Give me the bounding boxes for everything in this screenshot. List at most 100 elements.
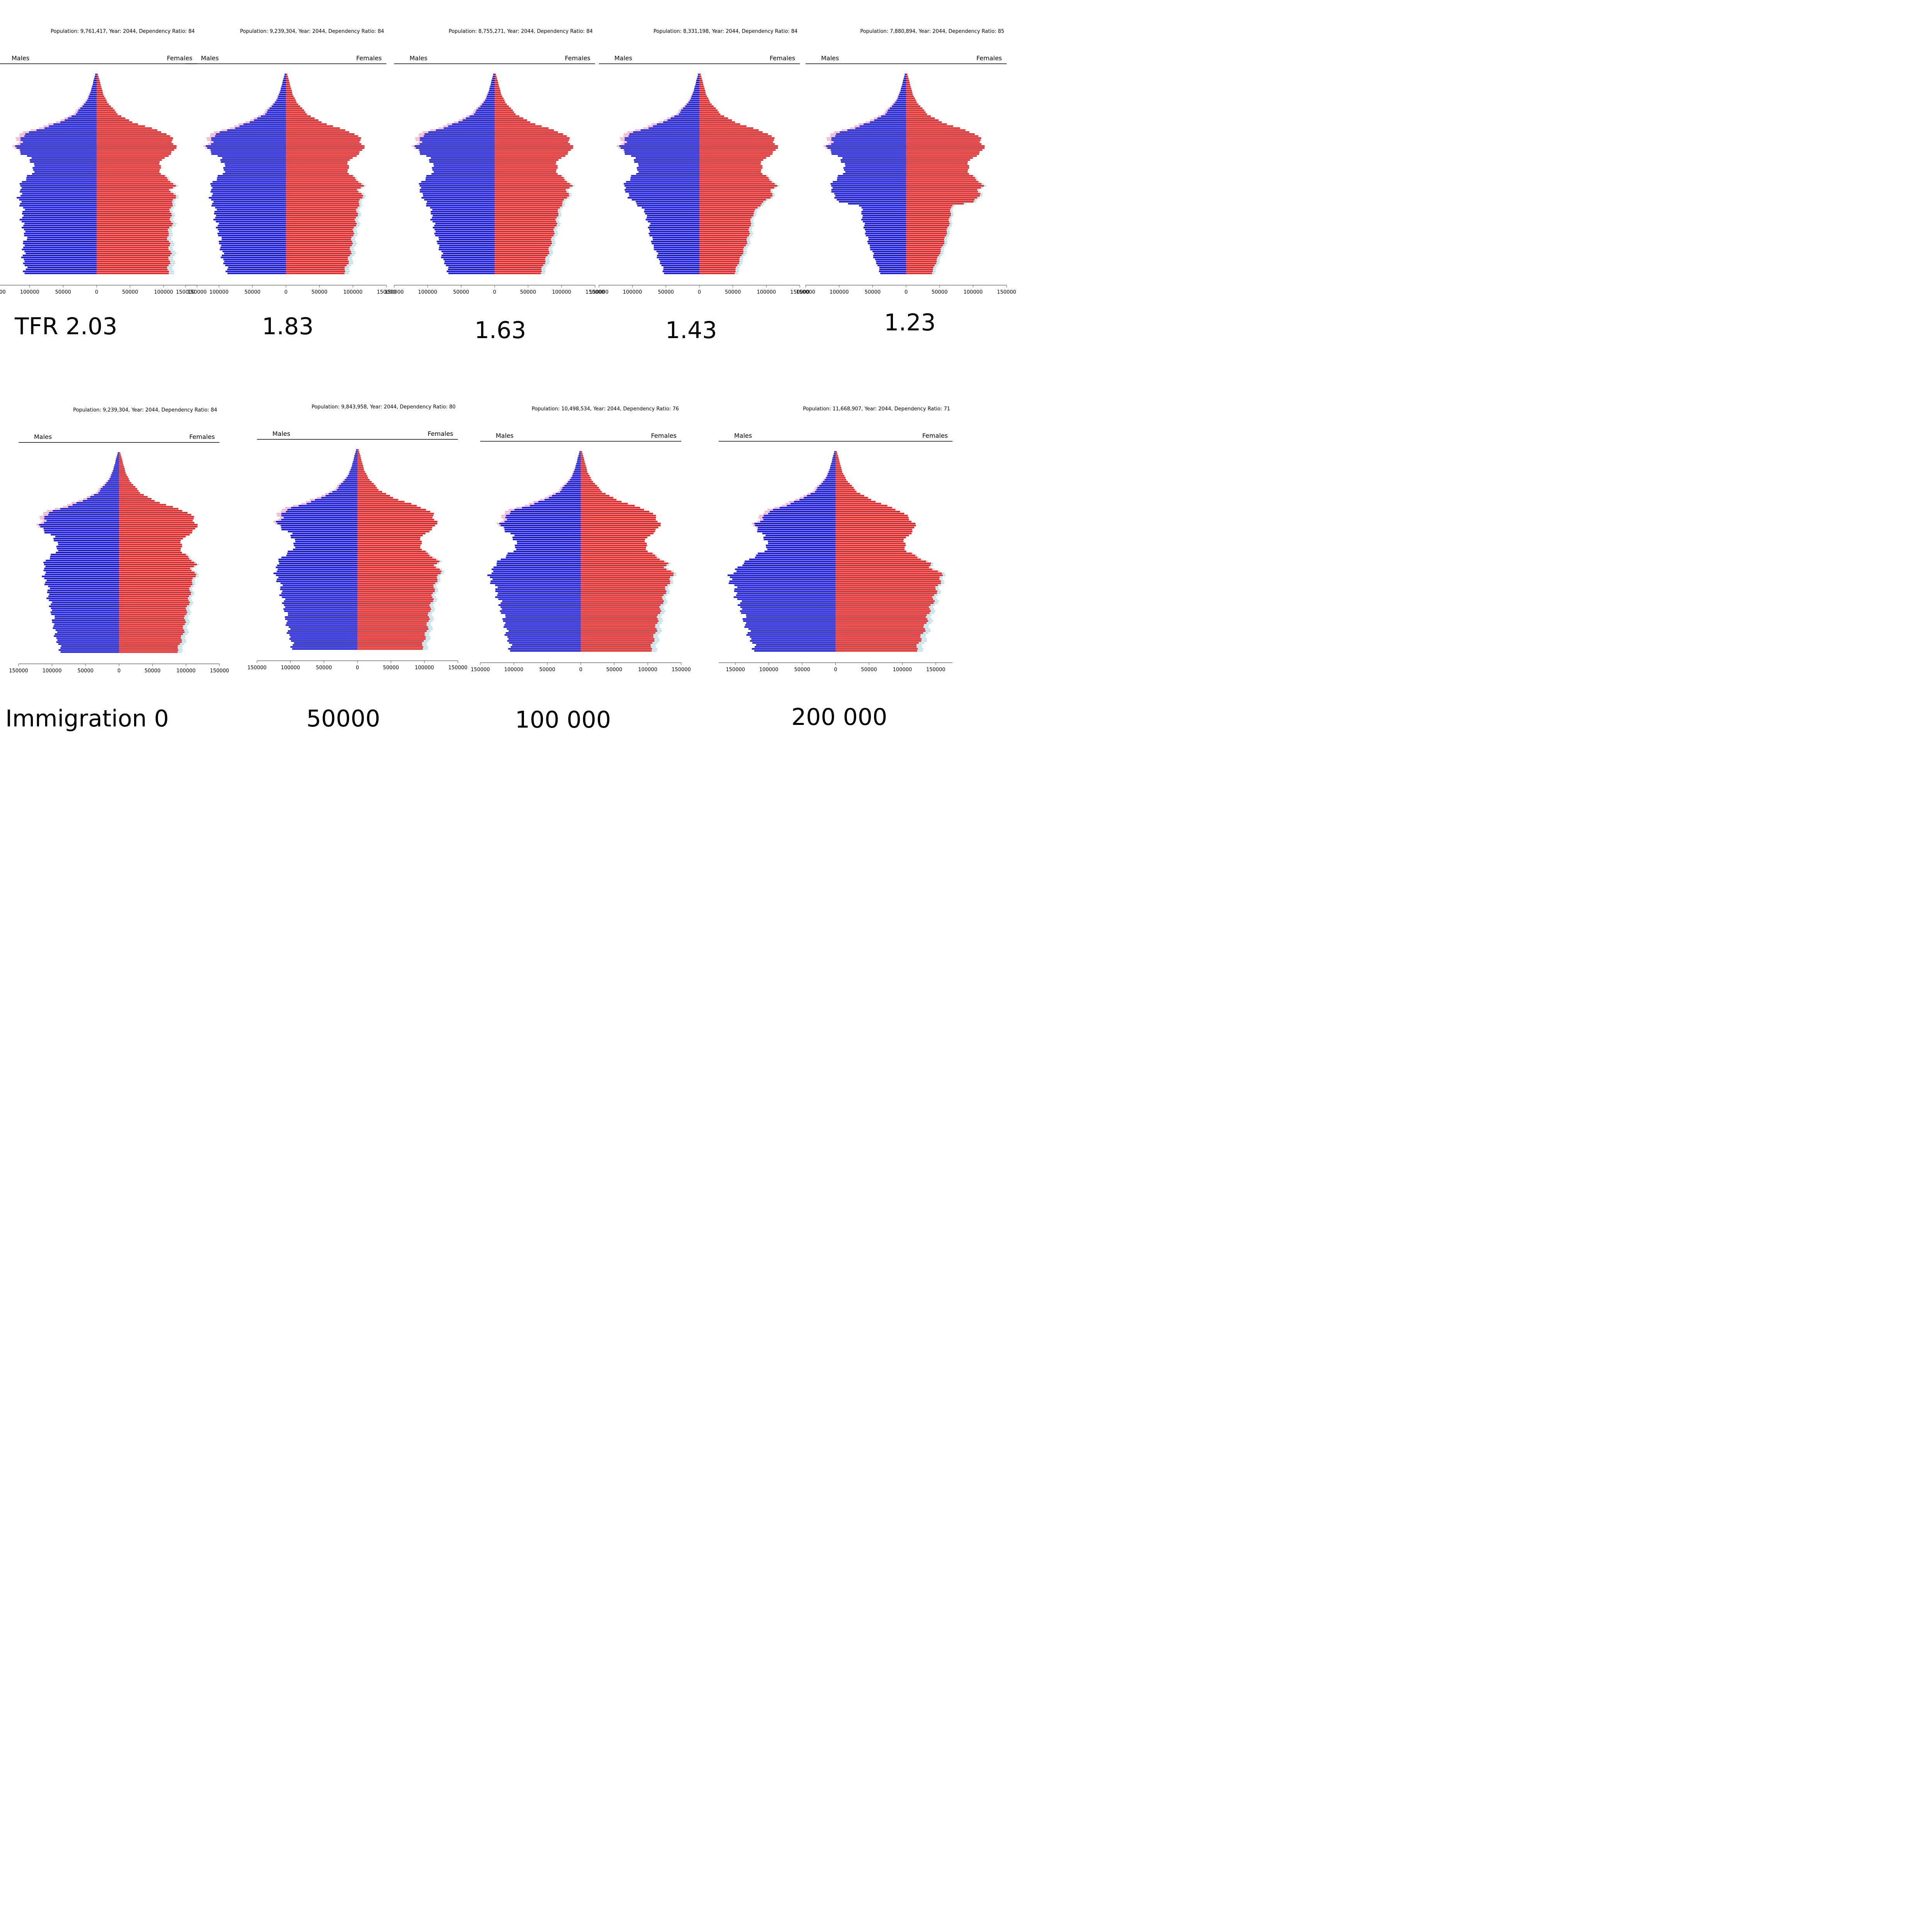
- female-bar: [699, 89, 705, 91]
- female-bar: [581, 515, 656, 517]
- male-bar: [743, 620, 836, 622]
- female-excess-bar: [772, 193, 775, 195]
- female-bar: [357, 618, 430, 620]
- male-bar: [115, 462, 119, 464]
- female-excess-bar: [740, 257, 743, 259]
- males-label: Males: [614, 54, 632, 62]
- male-bar: [578, 455, 581, 457]
- males-label: Males: [12, 54, 29, 62]
- female-excess-bar: [557, 223, 561, 224]
- x-tick-label: 150000: [471, 667, 490, 673]
- x-tick-label: 150000: [448, 665, 468, 671]
- female-bar: [581, 475, 590, 477]
- male-bar: [275, 101, 286, 103]
- female-bar: [357, 566, 436, 568]
- female-bar: [286, 165, 349, 167]
- male-bar: [492, 578, 581, 580]
- female-bar: [357, 485, 376, 487]
- male-excess-bar: [690, 97, 691, 99]
- female-excess-bar: [926, 560, 929, 562]
- female-bar: [699, 221, 751, 223]
- female-bar: [906, 235, 946, 236]
- female-excess-bar: [440, 572, 444, 574]
- female-bar: [906, 195, 980, 197]
- female-bar: [699, 262, 739, 264]
- female-bar: [835, 517, 909, 519]
- female-excess-bar: [937, 257, 940, 259]
- male-bar: [267, 111, 286, 113]
- male-bar: [47, 591, 119, 593]
- male-bar: [500, 558, 581, 560]
- male-bar: [648, 127, 699, 129]
- male-bar: [223, 173, 286, 175]
- male-excess-bar: [825, 477, 826, 479]
- male-bar: [737, 586, 836, 588]
- female-bar: [357, 570, 442, 572]
- male-bar: [832, 457, 836, 459]
- female-bar: [286, 111, 306, 113]
- female-bar: [699, 250, 743, 252]
- female-bar: [906, 113, 927, 115]
- male-bar: [321, 497, 357, 499]
- female-excess-bar: [354, 227, 357, 229]
- female-bar: [495, 137, 570, 139]
- male-bar: [284, 73, 286, 75]
- male-bar: [282, 596, 357, 598]
- female-excess-bar: [429, 620, 433, 622]
- male-bar: [280, 89, 286, 91]
- female-bar: [906, 236, 945, 238]
- female-bar: [835, 473, 844, 475]
- female-excess-bar: [553, 229, 557, 231]
- female-bar: [906, 173, 969, 175]
- male-bar: [250, 121, 286, 123]
- male-excess-bar: [823, 145, 826, 147]
- male-bar: [218, 235, 286, 236]
- male-excess-bar: [486, 94, 488, 95]
- female-excess-bar: [351, 250, 355, 252]
- female-bar: [97, 151, 172, 153]
- x-tick-label: 150000: [796, 289, 815, 295]
- male-bar: [218, 155, 286, 157]
- male-bar: [58, 544, 119, 546]
- male-bar: [20, 185, 97, 187]
- female-bar: [581, 499, 617, 501]
- male-excess-bar: [834, 131, 840, 133]
- female-bar: [906, 269, 933, 270]
- male-bar: [225, 270, 286, 272]
- female-excess-bar: [356, 209, 359, 211]
- female-bar: [835, 544, 906, 546]
- male-excess-bar: [620, 137, 625, 139]
- male-bar: [34, 165, 97, 167]
- male-excess-bar: [473, 111, 476, 113]
- male-bar: [740, 606, 836, 608]
- female-bar: [357, 592, 433, 594]
- male-bar: [505, 622, 581, 624]
- pyramid-svg: Population: 10,498,534, Year: 2044, Depe…: [471, 406, 691, 673]
- female-bar: [119, 641, 182, 643]
- male-bar: [224, 260, 286, 262]
- female-bar: [357, 532, 426, 534]
- male-excess-bar: [812, 491, 815, 493]
- female-bar: [699, 83, 704, 85]
- female-bar: [581, 610, 662, 612]
- male-bar: [832, 459, 836, 461]
- female-excess-bar: [918, 642, 925, 644]
- male-bar: [53, 627, 119, 629]
- male-bar: [663, 266, 699, 268]
- female-bar: [581, 541, 645, 543]
- male-excess-bar: [205, 147, 207, 149]
- female-bar: [286, 153, 359, 155]
- female-bar: [357, 539, 420, 541]
- x-tick-label: 100000: [964, 289, 983, 295]
- male-bar: [56, 641, 119, 643]
- female-excess-bar: [168, 264, 174, 266]
- male-excess-bar: [329, 491, 333, 493]
- female-bar: [286, 233, 354, 235]
- male-bar: [281, 85, 286, 87]
- male-bar: [24, 229, 97, 231]
- male-bar: [24, 250, 97, 252]
- male-bar: [901, 87, 906, 89]
- male-excess-bar: [826, 475, 827, 477]
- female-excess-bar: [430, 606, 434, 608]
- female-bar: [495, 82, 498, 83]
